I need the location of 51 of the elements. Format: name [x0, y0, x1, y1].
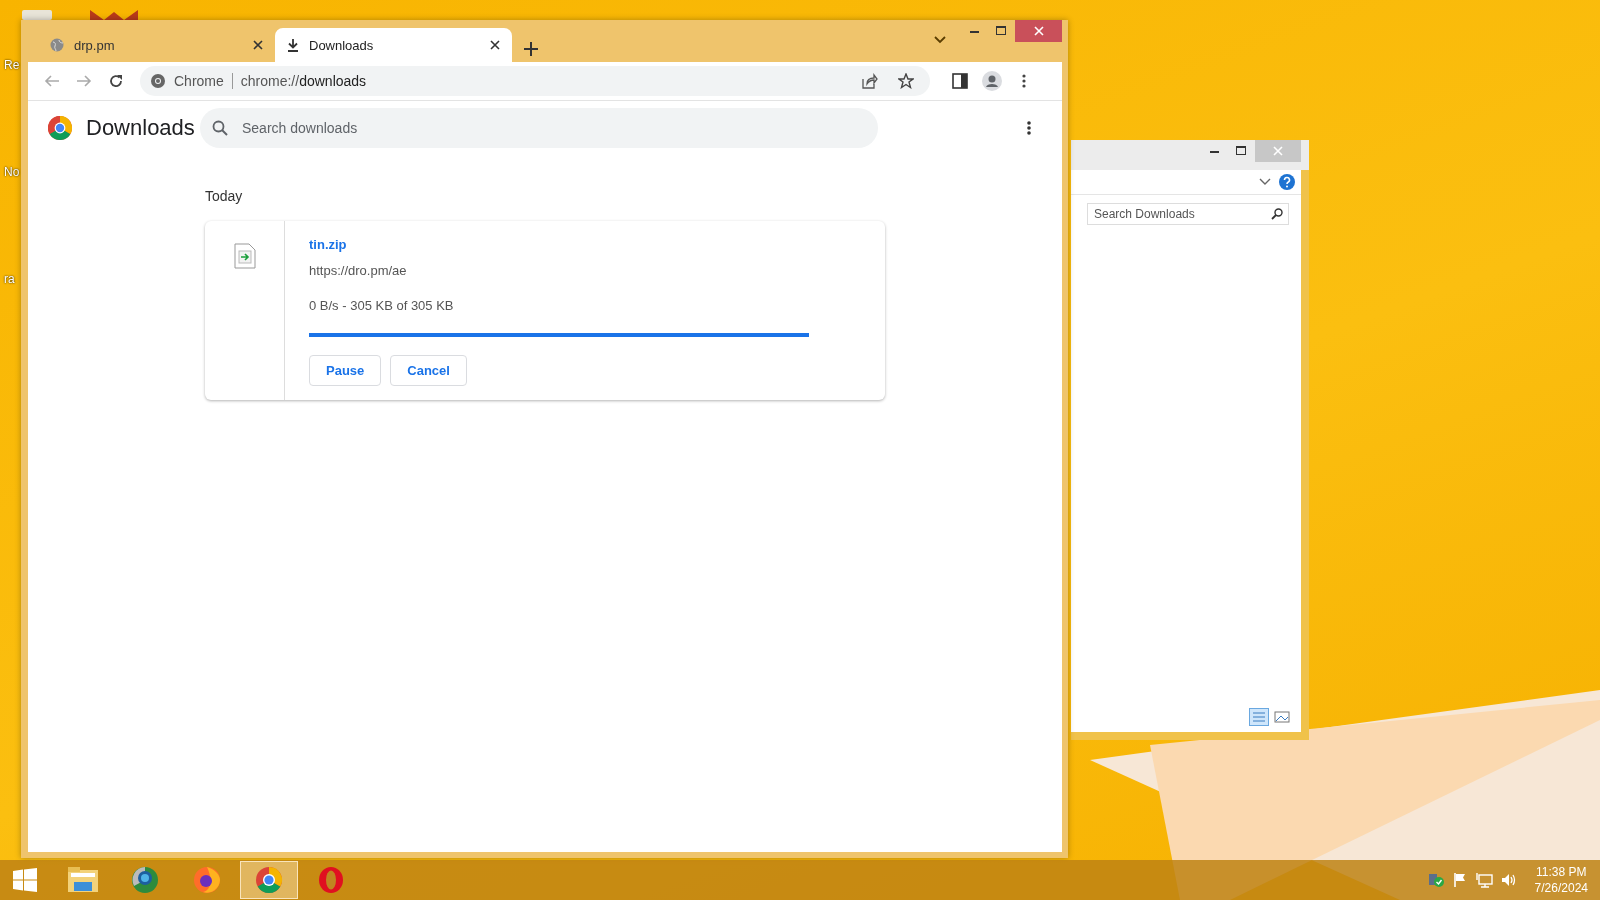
share-icon[interactable]: [862, 73, 878, 89]
tab-search-icon[interactable]: [934, 36, 946, 44]
address-bar[interactable]: Chrome chrome://downloads: [140, 66, 930, 96]
search-field[interactable]: Search Downloads: [1087, 203, 1289, 225]
close-icon[interactable]: [490, 40, 500, 50]
file-icon: [233, 243, 256, 269]
maximize-icon[interactable]: [996, 26, 1007, 36]
desktop-icon-label: No: [4, 165, 20, 179]
star-icon[interactable]: [898, 73, 914, 89]
globe-icon: [50, 38, 64, 52]
more-icon[interactable]: [1026, 120, 1032, 136]
download-action-button[interactable]: Pause: [309, 355, 382, 386]
close-icon: [1033, 26, 1044, 36]
desktop-icon-label: Re: [4, 58, 20, 72]
opera-logo-icon: [318, 866, 344, 894]
help-icon[interactable]: [1279, 174, 1295, 190]
new-tab-icon[interactable]: [524, 42, 538, 56]
desktop-icon: [22, 8, 52, 22]
taskbar-app[interactable]: [240, 861, 298, 899]
clock-time[interactable]: 11:38 PM: [1536, 865, 1587, 879]
network-icon[interactable]: [1474, 872, 1493, 888]
windows-logo-icon[interactable]: [13, 868, 37, 892]
download-icon: [287, 38, 299, 52]
security-shield-icon[interactable]: [1426, 872, 1445, 888]
search-icon[interactable]: [1271, 208, 1283, 220]
close-button[interactable]: [1015, 20, 1062, 42]
site-label: Chrome: [174, 73, 224, 89]
close-icon[interactable]: [253, 40, 263, 50]
tab[interactable]: Downloads: [275, 28, 512, 62]
chevron-icon[interactable]: [1259, 178, 1271, 186]
close-icon: [1273, 146, 1283, 156]
source-url: https://dro.pm/ae: [309, 263, 408, 278]
reload-icon[interactable]: [108, 73, 124, 89]
avatar-icon[interactable]: [982, 71, 1002, 91]
folder-icon: [68, 867, 98, 893]
section-heading: Today: [205, 188, 244, 204]
file-name-link[interactable]: tin.zip: [309, 237, 809, 252]
speaker-icon[interactable]: [1500, 872, 1517, 888]
preview-icon[interactable]: [1273, 708, 1291, 726]
maximize-icon[interactable]: [1236, 146, 1247, 156]
tab[interactable]: drp.pm: [38, 28, 275, 62]
download-status: 0 B/s - 305 KB of 305 KB: [309, 298, 455, 313]
page-title: Downloads: [86, 115, 196, 141]
url-text: chrome://downloads: [240, 73, 368, 89]
side-panel-icon[interactable]: [952, 73, 968, 89]
desktop-icon-label: ra: [4, 272, 15, 286]
download-action-button[interactable]: Cancel: [390, 355, 467, 386]
clock-date[interactable]: 7/26/2024: [1534, 881, 1588, 895]
flag-icon[interactable]: [1452, 872, 1467, 888]
search-field[interactable]: Search downloads: [200, 108, 878, 148]
globe-icon: [131, 866, 159, 894]
